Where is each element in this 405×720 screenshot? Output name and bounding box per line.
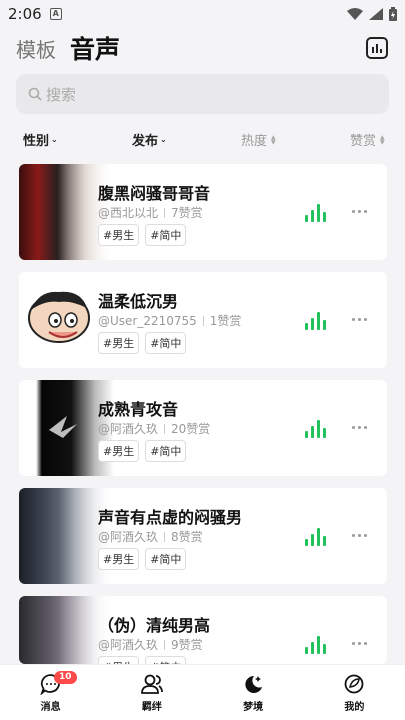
meta-divider <box>164 207 166 218</box>
voice-card[interactable]: 温柔低沉男 @User_2210755 1赞赏 #男生 #简中 <box>19 272 387 368</box>
nav-bonds-label: 羁绊 <box>141 701 162 713</box>
nav-messages[interactable]: 消息 10 <box>0 665 101 720</box>
play-waveform-icon[interactable] <box>305 312 327 330</box>
voice-author[interactable]: @User_2210755 <box>98 314 197 328</box>
users-icon <box>140 674 163 694</box>
bar-chart-icon[interactable] <box>366 37 388 59</box>
voice-title: （伪）清纯男高 <box>98 616 211 635</box>
tab-template[interactable]: 模板 <box>16 34 56 63</box>
play-waveform-icon[interactable] <box>305 420 327 438</box>
voice-title: 腹黑闷骚哥哥音 <box>98 184 211 203</box>
meta-divider <box>164 423 166 434</box>
voice-tags: #男生 #简中 <box>98 332 187 354</box>
voice-meta: @阿酒久玖 8赞赏 <box>98 528 203 545</box>
tag-chip[interactable]: #简中 <box>145 332 187 354</box>
voice-tags: #男生 #简中 <box>98 224 187 246</box>
nav-profile-label: 我的 <box>344 701 365 713</box>
voice-card[interactable]: （伪）清纯男高 @阿酒久玖 9赞赏 #男生 #简中 <box>19 596 387 664</box>
filter-gender[interactable]: 性别 ⌄ <box>23 130 58 149</box>
tag-chip[interactable]: #男生 <box>98 224 140 246</box>
tag-chip[interactable]: #男生 <box>98 548 140 570</box>
more-options-icon[interactable] <box>352 312 372 326</box>
nav-bonds[interactable]: 羁绊 <box>101 665 202 720</box>
tab-voice[interactable]: 音声 <box>70 30 120 66</box>
wifi-icon <box>347 8 363 20</box>
filter-gender-label: 性别 <box>23 134 50 149</box>
filter-appreciation[interactable]: 赞赏 ▲ ▼ <box>350 130 385 149</box>
nav-messages-label: 消息 <box>40 701 61 713</box>
status-bar: 2:06 A <box>0 0 405 28</box>
filter-bar: 性别 ⌄ 发布 ⌄ 热度 ▲ ▼ 赞赏 ▲ ▼ <box>0 130 405 150</box>
voice-likes: 8赞赏 <box>171 530 203 544</box>
voice-tags: #男生 #简中 <box>98 440 187 462</box>
search-placeholder: 搜索 <box>46 85 77 104</box>
meta-divider <box>164 639 166 650</box>
voice-meta: @阿酒久玖 20赞赏 <box>98 420 210 437</box>
voice-card[interactable]: 声音有点虚的闷骚男 @阿酒久玖 8赞赏 #男生 #简中 <box>19 488 387 584</box>
filter-popularity[interactable]: 热度 ▲ ▼ <box>241 130 276 149</box>
voice-card[interactable]: 腹黑闷骚哥哥音 @西北以北 7赞赏 #男生 #简中 <box>19 164 387 260</box>
voice-tags: #男生 #简中 <box>98 548 187 570</box>
tag-chip[interactable]: #男生 <box>98 656 140 664</box>
filter-publish[interactable]: 发布 ⌄ <box>132 130 167 149</box>
meta-divider <box>164 531 166 542</box>
bottom-nav: 消息 10 羁绊 梦境 我的 <box>0 664 405 720</box>
tag-chip[interactable]: #男生 <box>98 440 140 462</box>
search-icon <box>28 87 42 101</box>
sort-arrows-icon: ▲ ▼ <box>271 133 276 146</box>
sort-arrows-icon: ▲ ▼ <box>380 133 385 146</box>
voice-tags: #男生 #简中 <box>98 656 187 664</box>
more-options-icon[interactable] <box>352 636 372 650</box>
nav-dreams[interactable]: 梦境 <box>203 665 304 720</box>
unread-badge: 10 <box>54 671 77 684</box>
status-time: 2:06 <box>8 5 42 23</box>
voice-author[interactable]: @阿酒久玖 <box>98 420 158 437</box>
voice-title: 成熟青攻音 <box>98 400 179 419</box>
status-right <box>347 7 397 21</box>
chevron-down-icon: ⌄ <box>160 135 167 144</box>
filter-appreciation-label: 赞赏 <box>350 134 377 149</box>
voice-meta: @西北以北 7赞赏 <box>98 204 203 221</box>
tag-chip[interactable]: #简中 <box>145 548 187 570</box>
tag-chip[interactable]: #男生 <box>98 332 140 354</box>
voice-likes: 20赞赏 <box>171 422 211 436</box>
voice-author[interactable]: @西北以北 <box>98 204 158 221</box>
voice-title: 声音有点虚的闷骚男 <box>98 508 243 527</box>
more-options-icon[interactable] <box>352 528 372 542</box>
voice-author[interactable]: @阿酒久玖 <box>98 636 158 653</box>
play-waveform-icon[interactable] <box>305 204 327 222</box>
status-left: 2:06 A <box>8 5 62 23</box>
voice-meta: @User_2210755 1赞赏 <box>98 312 241 329</box>
play-waveform-icon[interactable] <box>305 528 327 546</box>
voice-likes: 9赞赏 <box>171 638 203 652</box>
voice-author[interactable]: @阿酒久玖 <box>98 528 158 545</box>
voice-card[interactable]: 成熟青攻音 @阿酒久玖 20赞赏 #男生 #简中 <box>19 380 387 476</box>
voice-title: 温柔低沉男 <box>98 292 179 311</box>
tag-chip[interactable]: #简中 <box>145 224 187 246</box>
voice-likes: 7赞赏 <box>171 206 203 220</box>
tag-chip[interactable]: #简中 <box>145 656 187 664</box>
more-options-icon[interactable] <box>352 420 372 434</box>
tag-chip[interactable]: #简中 <box>145 440 187 462</box>
meta-divider <box>202 315 204 326</box>
header: 模板 音声 <box>0 28 405 68</box>
filter-publish-label: 发布 <box>132 134 159 149</box>
voice-meta: @阿酒久玖 9赞赏 <box>98 636 203 653</box>
play-waveform-icon[interactable] <box>305 636 327 654</box>
filter-popularity-label: 热度 <box>241 134 268 149</box>
nav-dreams-label: 梦境 <box>243 701 264 713</box>
nav-profile[interactable]: 我的 <box>304 665 405 720</box>
moon-stars-icon <box>245 675 263 693</box>
more-options-icon[interactable] <box>352 204 372 218</box>
chevron-down-icon: ⌄ <box>51 135 58 144</box>
battery-icon <box>389 7 397 21</box>
voice-likes: 1赞赏 <box>209 314 242 328</box>
search-input[interactable]: 搜索 <box>16 74 389 114</box>
profile-leaf-icon <box>344 674 364 693</box>
signal-icon <box>369 8 383 20</box>
notification-app-icon: A <box>49 8 62 20</box>
